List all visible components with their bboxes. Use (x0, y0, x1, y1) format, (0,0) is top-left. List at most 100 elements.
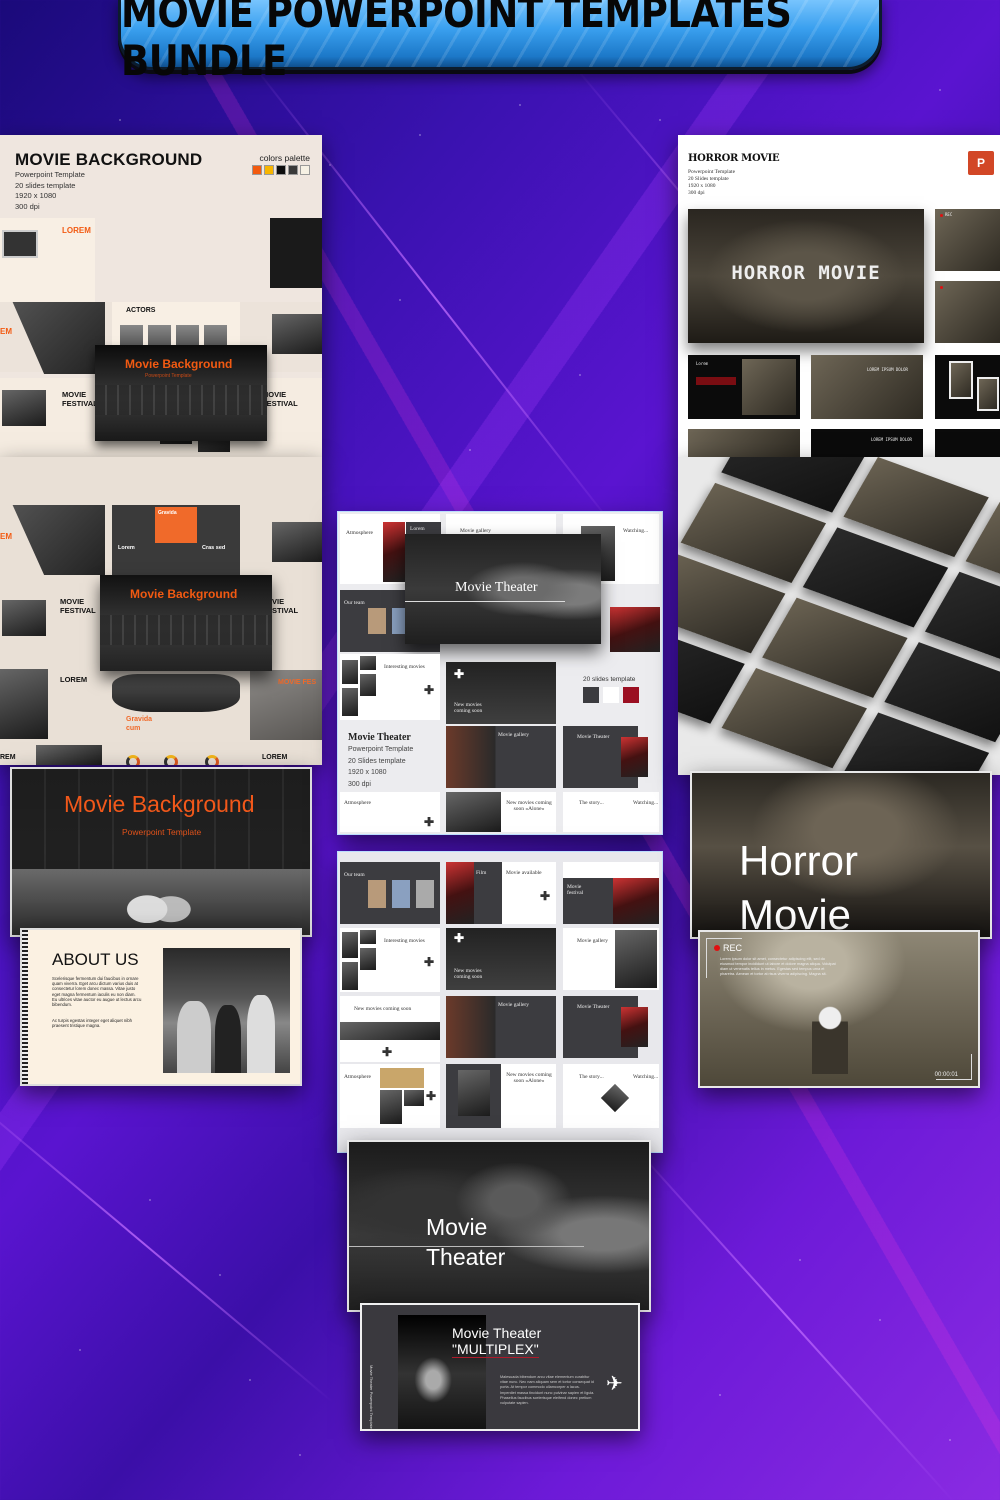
cover-detail: 300 dpi (15, 201, 40, 211)
movie-theater-collage-2[interactable]: Our team Film Movie available ✚ Movie fe… (338, 852, 662, 1152)
slide-heading: Lorem (696, 361, 709, 366)
palette-swatch (252, 165, 262, 175)
hero-title: Movie Theater (455, 580, 538, 595)
coming-soon-thumb: ✚ New movies coming soon (446, 662, 556, 724)
atmosphere-slide-thumb: Atmosphere ✚ (340, 1064, 440, 1128)
film-plane-icon: ✚ (454, 667, 465, 681)
palette-swatch (264, 165, 274, 175)
photo-thumb (342, 962, 358, 990)
team-photo (368, 880, 386, 908)
photo-thumb (615, 930, 657, 988)
photo-thumb (272, 522, 322, 562)
palette-swatch (300, 165, 310, 175)
team-photo (416, 880, 434, 908)
slide-title: Movie Theater (452, 1325, 542, 1341)
slide-subtitle: Powerpoint Template (122, 827, 202, 837)
film-plane-icon: ✚ (454, 931, 465, 945)
movie-background-title-slide[interactable]: Movie Background Powerpoint Template (10, 767, 312, 937)
movie-theater-collage[interactable]: Atmosphere Lorem Movie gallery Watching.… (338, 512, 662, 834)
gallery-slide-thumb: Movie gallery (446, 514, 556, 534)
monitor-image (2, 230, 38, 258)
photo-thumb (360, 930, 376, 944)
hero-subtitle: Powerpoint Template (145, 373, 192, 379)
slide-heading: Our team (344, 872, 365, 878)
slide-heading: New movies coming soon (354, 1006, 412, 1012)
slide-subtitle: "MULTIPLEX" (452, 1341, 539, 1358)
slide-heading: LOREM (60, 675, 88, 684)
rec-indicator: REC (714, 943, 742, 953)
photo-thumb (36, 745, 102, 765)
horror-movie-cover[interactable]: HORROR MOVIE Powerpoint Template 20 Slid… (678, 135, 1000, 457)
cover-detail: 1920 x 1080 (688, 183, 716, 189)
cover-title: MOVIE BACKGROUND (15, 150, 203, 169)
movie-background-cover[interactable]: MOVIE BACKGROUND Powerpoint Template 20 … (0, 135, 322, 457)
photo-thumb (272, 314, 322, 354)
gallery-slide-thumb: Movie gallery (446, 726, 556, 788)
info-detail: 20 Slides template (348, 757, 406, 765)
donut-chart-icon (205, 755, 219, 765)
slide-heading: LOREM IPSUM DOLOR (867, 367, 908, 372)
light-streak (619, 1130, 956, 1500)
coming-strip-thumb: New movies coming soon ✚ (340, 996, 440, 1062)
slide-heading: Atmosphere (344, 1074, 371, 1080)
horror-slide-thumb (935, 281, 1000, 343)
slide-title-line: Movie (426, 1214, 488, 1240)
movie-background-hero-slide: Movie Background (100, 575, 272, 671)
wave-photo (112, 674, 240, 712)
slide-heading: Movie festival (567, 884, 584, 896)
movie-theater-hero-slide: Movie Theater (405, 534, 601, 644)
body-text: Malesuada bibendum arcu vitae elementum … (500, 1375, 595, 1406)
slide-heading: LOREM IPSUM DOLOR (871, 437, 912, 442)
slide-heading: EM (0, 532, 12, 541)
title-banner: MOVIE POWERPOINT TEMPLATES BUNDLE (118, 0, 882, 85)
about-us-slide[interactable]: ABOUT US Scelerisque fermentum dui fauci… (20, 928, 302, 1086)
slide-heading: New movies coming soon «Alone» (506, 800, 552, 812)
interesting-movies-thumb: Interesting movies ✚ (340, 928, 440, 992)
slide-heading: New movies coming soon (454, 702, 483, 714)
horror-rec-slide[interactable]: REC Lorem ipsum dolor sit amet, consecte… (698, 930, 980, 1088)
color-palette: colors palette (252, 153, 310, 175)
film-plane-icon: ✚ (424, 955, 435, 969)
coming-alone-thumb: New movies coming soon «Alone» (446, 792, 556, 832)
theater-seats (100, 615, 272, 645)
story-slide-thumb: The story... Watching... (563, 792, 659, 832)
slides-count-label: 20 slides template (583, 676, 636, 683)
film-plane-icon: ✚ (424, 683, 435, 697)
slide-heading: MOVIE FES (278, 679, 317, 686)
slide-heading: Atmosphere (344, 800, 371, 806)
horror-slide-thumb (935, 355, 1000, 419)
gallery-slide-thumb: Movie gallery (446, 996, 556, 1058)
photo-thumb (360, 948, 376, 970)
polaroid-photo (977, 377, 999, 411)
horror-slide-thumb: LOREM IPSUM DOLOR (811, 355, 923, 419)
photo-strip (340, 1022, 440, 1040)
film-plane-icon: ✚ (424, 815, 435, 829)
multiplex-slide[interactable]: Movie Theater Powerpoint Template Movie … (360, 1303, 640, 1431)
info-detail: Powerpoint Template (348, 746, 414, 753)
slide-title-line: Theater (426, 1244, 506, 1270)
tilted-slide-grid (678, 457, 1000, 775)
horror-logo: HORROR MOVIE (688, 153, 780, 164)
hero-title: HORROR MOVIE (731, 262, 881, 284)
slide-heading: EM (0, 327, 12, 336)
vertical-caption: Movie Theater Powerpoint Template (369, 1365, 374, 1429)
palette-swatch (288, 165, 298, 175)
photo-thumb (342, 932, 358, 958)
film-plane-icon: ✚ (382, 1045, 393, 1059)
actors-photo-thumb (270, 218, 322, 288)
coming-soon-thumb: ✚ New movies coming soon (446, 928, 556, 990)
theater-seats-photo (621, 737, 648, 777)
photo-thumb (342, 688, 358, 716)
movie-theater-title-slide[interactable]: Movie Theater (347, 1140, 651, 1312)
rec-label: REC (945, 212, 953, 217)
slide-heading: MOVIE FESTIVAL (60, 597, 96, 615)
horror-movie-collage[interactable] (678, 457, 1000, 775)
horror-movie-title-slide[interactable]: Horror Movie (690, 771, 992, 939)
about-paragraph: Ac turpis egestas integer eget aliquet n… (52, 1018, 133, 1029)
slide-heading: Movie Theater (577, 1004, 610, 1010)
grid-label: Lorem (118, 545, 135, 551)
movie-background-collage[interactable]: EM Lorem Cras sed Gravida MOVIE FESTIVAL… (0, 457, 322, 765)
cover-detail: 20 Slides template (688, 176, 729, 182)
interesting-movies-thumb: Interesting movies ✚ (340, 654, 440, 720)
theater-seats (95, 385, 267, 415)
